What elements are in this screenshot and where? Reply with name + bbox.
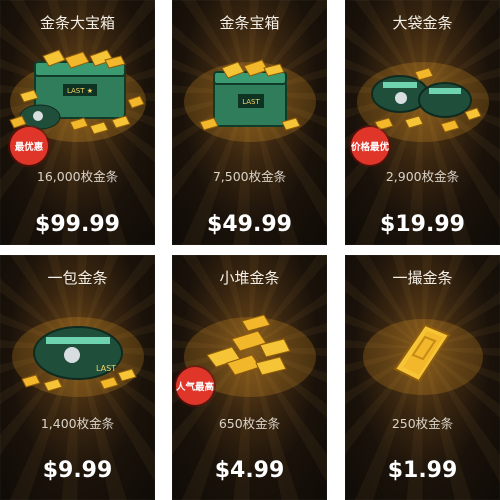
gold-bar-store: 金条大宝箱 LAST ★ 最优惠 16,000枚金条 $99.99 金条宝箱 L…	[0, 0, 500, 500]
offer-title: 大袋金条	[392, 14, 453, 32]
offer-title: 一撮金条	[392, 269, 453, 287]
offer-title: 金条宝箱	[219, 14, 280, 32]
offer-card-small-pile[interactable]: 小堆金条 人气最高 650枚金条 $4.99	[172, 255, 327, 500]
offer-card-big-bag[interactable]: 大袋金条 价格最优 2,900枚金条 $19.99	[345, 0, 500, 245]
offer-price[interactable]: $1.99	[345, 458, 500, 483]
gold-duffel-bag-icon: LAST	[12, 317, 144, 397]
gold-chest-icon: LAST	[184, 59, 316, 142]
offer-title: 一包金条	[47, 269, 108, 287]
offer-price[interactable]: $99.99	[0, 212, 155, 237]
offer-price[interactable]: $19.99	[345, 212, 500, 237]
offer-card-pinch[interactable]: 一撮金条 250枚金条 $1.99	[345, 255, 500, 500]
gold-bar-quantity: 2,900枚金条	[385, 169, 460, 184]
gold-bar-quantity: 16,000枚金条	[36, 169, 119, 184]
most-popular-badge: 人气最高	[176, 367, 214, 405]
gold-bar-quantity: 650枚金条	[218, 416, 281, 431]
best-price-badge: 价格最优	[351, 127, 389, 165]
offer-price[interactable]: $49.99	[172, 212, 327, 237]
gold-bar-quantity: 7,500枚金条	[212, 169, 287, 184]
svg-text:LAST: LAST	[242, 98, 260, 106]
gold-bar-quantity: 1,400枚金条	[40, 416, 115, 431]
gold-bar-quantity: 250枚金条	[391, 416, 454, 431]
svg-text:LAST ★: LAST ★	[67, 87, 93, 95]
single-gold-bar-icon	[363, 319, 483, 395]
svg-text:LAST: LAST	[96, 364, 116, 373]
offer-price[interactable]: $4.99	[172, 458, 327, 483]
offer-title: 小堆金条	[219, 269, 280, 287]
offer-title: 金条大宝箱	[39, 14, 115, 32]
offer-card-pack[interactable]: 一包金条 LAST 1,400枚金条 $9.99	[0, 255, 155, 500]
offer-price[interactable]: $9.99	[0, 458, 155, 483]
best-deal-badge: 最优惠	[10, 127, 48, 165]
offer-card-gold-chest[interactable]: 金条宝箱 LAST 7,500枚金条 $49.99	[172, 0, 327, 245]
offer-card-gold-chest-large[interactable]: 金条大宝箱 LAST ★ 最优惠 16,000枚金条 $99.99	[0, 0, 155, 245]
